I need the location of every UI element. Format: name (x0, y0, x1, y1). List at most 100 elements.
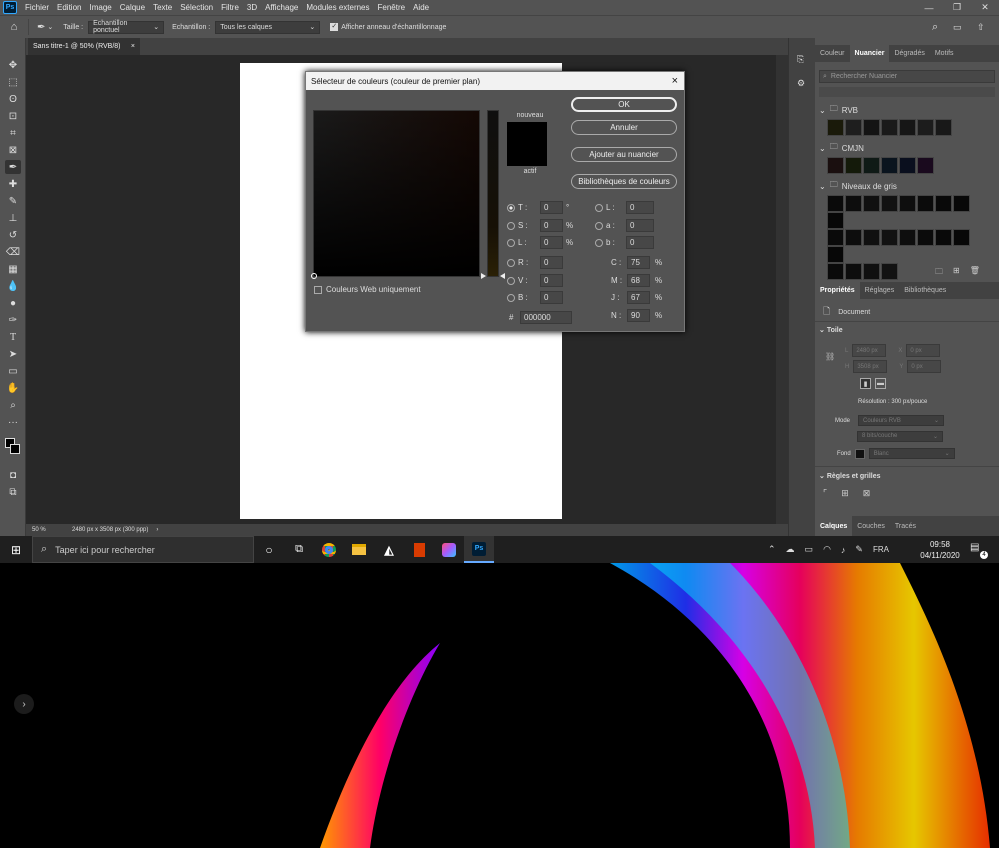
bits-select[interactable]: 8 bits/couche ⌄ (857, 430, 943, 442)
swatch[interactable] (863, 229, 880, 246)
swatch[interactable] (827, 119, 844, 136)
menu-item[interactable]: Aide (409, 3, 433, 12)
swatch[interactable] (845, 157, 862, 174)
swatch[interactable] (881, 119, 898, 136)
swatch[interactable] (827, 195, 844, 212)
black-input[interactable]: 90 (627, 309, 650, 322)
office-icon[interactable] (404, 536, 434, 563)
cancel-button[interactable]: Annuler (571, 120, 677, 135)
new-swatch-icon[interactable]: ⊞ (953, 266, 960, 280)
lasso-tool-icon[interactable]: ʘ (5, 92, 21, 106)
tab-couches[interactable]: Couches (852, 516, 890, 536)
swatch[interactable] (899, 157, 916, 174)
photoshop-logo[interactable]: Ps (3, 1, 17, 14)
lab-a-input[interactable]: 0 (626, 219, 654, 232)
web-colors-checkbox[interactable] (314, 285, 322, 294)
menu-item[interactable]: Sélection (176, 3, 217, 12)
close-window-button[interactable]: ✕ (971, 0, 999, 15)
link-icon[interactable]: ⛓ (825, 352, 835, 361)
tab-nuancier[interactable]: Nuancier (849, 45, 890, 62)
file-explorer-icon[interactable] (344, 536, 374, 563)
saturation-input[interactable]: 0 (540, 219, 563, 232)
tab-reglages[interactable]: Réglages (860, 282, 900, 299)
history-brush-icon[interactable]: ↺ (5, 228, 21, 242)
menu-item[interactable]: 3D (243, 3, 261, 12)
creative-cloud-icon[interactable] (434, 536, 464, 563)
swatch[interactable] (881, 229, 898, 246)
frame-tool-icon[interactable]: ⊠ (5, 143, 21, 157)
chevron-right-icon[interactable]: › (14, 694, 34, 714)
swatch[interactable] (917, 157, 934, 174)
magenta-input[interactable]: 68 (627, 274, 650, 287)
workspace-icon[interactable]: ▭ (953, 22, 962, 33)
share-icon[interactable]: ⇧ (977, 22, 985, 33)
hue-slider-left-arrow[interactable] (481, 273, 486, 279)
hue-input[interactable]: 0 (540, 201, 563, 214)
saturation-radio[interactable] (507, 221, 515, 230)
vertical-scrollbar[interactable] (776, 55, 788, 524)
ring-checkbox[interactable]: ✓ (330, 23, 339, 31)
mode-select[interactable]: Couleurs RVB ⌄ (858, 415, 945, 426)
hue-radio[interactable] (507, 203, 515, 212)
wifi-icon[interactable]: ◠ (823, 544, 831, 555)
landscape-icon[interactable]: ▬ (875, 378, 886, 389)
swatch[interactable] (827, 229, 844, 246)
color-field[interactable] (311, 110, 480, 279)
swatch[interactable] (917, 119, 934, 136)
swatch[interactable] (935, 119, 952, 136)
section-regles[interactable]: ⌄ Règles et grilles (819, 472, 881, 480)
clock[interactable]: 09:58 04/11/2020 (917, 539, 963, 561)
screen-mode-icon[interactable]: ⧉ (5, 485, 21, 499)
minimize-button[interactable]: — (915, 0, 943, 15)
hex-input[interactable]: 000000 (520, 311, 572, 324)
menu-item[interactable]: Calque (116, 3, 149, 12)
tab-proprietes[interactable]: Propriétés (815, 282, 860, 299)
lab-b-input[interactable]: 0 (626, 236, 654, 249)
swatch[interactable] (827, 157, 844, 174)
document-tab[interactable]: Sans titre-1 @ 50% (RVB/8) × (28, 38, 140, 55)
search-icon[interactable]: ⌕ (932, 21, 938, 34)
hue-slider-right-arrow[interactable] (500, 273, 505, 279)
fond-color[interactable] (854, 448, 865, 459)
menu-item[interactable]: Filtre (217, 3, 243, 12)
swatch[interactable] (863, 195, 880, 212)
swatch[interactable] (935, 229, 952, 246)
swatch[interactable] (917, 229, 934, 246)
cortana-icon[interactable]: ○ (254, 536, 284, 563)
eyedropper-preset-icon[interactable]: ✒ (37, 22, 45, 33)
luminosity-radio[interactable] (507, 238, 515, 247)
chrome-icon[interactable] (314, 536, 344, 563)
chevron-down-icon[interactable]: ⌄ (47, 23, 53, 31)
healing-brush-icon[interactable]: ✚ (5, 177, 21, 191)
battery-icon[interactable]: ▭ (805, 544, 814, 555)
pen-icon[interactable]: ✎ (855, 544, 863, 555)
photoshop-taskbar-icon[interactable]: Ps (464, 536, 494, 563)
luminosity-input[interactable]: 0 (540, 236, 563, 249)
swatch[interactable] (827, 263, 844, 280)
chevron-right-icon[interactable]: › (148, 527, 158, 533)
y-input[interactable]: 0 px (907, 360, 942, 373)
menu-item[interactable]: Texte (149, 3, 176, 12)
eyedropper-tool-icon[interactable]: ✒ (5, 160, 21, 174)
swatch[interactable] (953, 195, 970, 212)
type-tool-icon[interactable]: T (5, 330, 21, 344)
portrait-icon[interactable]: ▮ (860, 378, 871, 389)
hand-tool-icon[interactable]: ✋ (5, 381, 21, 395)
swatch[interactable] (845, 119, 862, 136)
dialog-close-button[interactable]: × (672, 75, 678, 87)
tab-motifs[interactable]: Motifs (930, 45, 959, 62)
current-color-swatch[interactable] (507, 144, 547, 166)
background-color[interactable] (10, 444, 20, 454)
menu-item[interactable]: Affichage (261, 3, 302, 12)
group-rvb[interactable]: ⌄ 🗀 RVB (815, 101, 999, 119)
fond-select[interactable]: Blanc ⌄ (868, 448, 955, 459)
hue-slider[interactable] (487, 110, 499, 277)
properties-panel-icon[interactable]: ⚙ (797, 78, 805, 89)
zoom-tool-icon[interactable]: ⌕ (5, 398, 21, 412)
dodge-tool-icon[interactable]: ● (5, 296, 21, 310)
quick-mask-icon[interactable]: ◘ (5, 468, 21, 482)
swatch[interactable] (935, 195, 952, 212)
onedrive-icon[interactable]: ☁ (786, 544, 795, 555)
ok-button[interactable]: OK (571, 97, 677, 112)
green-radio[interactable] (507, 276, 515, 285)
